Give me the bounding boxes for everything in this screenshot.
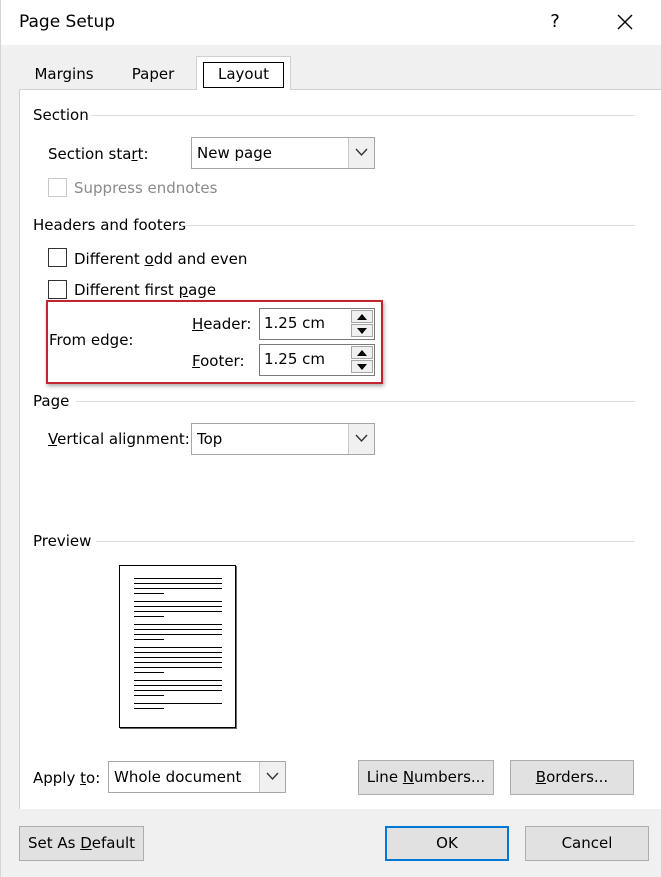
preview-line <box>134 657 222 658</box>
close-button[interactable] <box>609 8 641 36</box>
suppress-endnotes-checkbox[interactable] <box>48 178 67 197</box>
headers-footers-group-label: Headers and footers <box>33 216 186 234</box>
title-bar: Page Setup ? <box>1 0 661 45</box>
header-distance-label: Header: <box>192 315 252 333</box>
tab-focus-rect: Layout <box>203 62 284 88</box>
from-edge-label: From edge: <box>49 331 134 349</box>
different-odd-even-checkbox[interactable] <box>48 248 67 267</box>
preview-line <box>134 662 222 663</box>
suppress-endnotes-label: Suppress endnotes <box>74 179 218 197</box>
vertical-alignment-label: Vertical alignment: <box>48 430 190 448</box>
preview-line <box>134 647 222 648</box>
header-distance-spinner[interactable]: 1.25 cm <box>259 308 375 340</box>
preview-line <box>134 634 222 635</box>
preview-line <box>134 685 222 686</box>
preview-group-label: Preview <box>33 532 92 550</box>
preview-line <box>134 629 222 630</box>
tab-margins[interactable]: Margins <box>21 60 107 88</box>
preview-line <box>134 601 222 602</box>
preview-line <box>134 611 222 612</box>
dialog-title: Page Setup <box>19 12 116 32</box>
chevron-down-icon <box>266 772 279 781</box>
set-as-default-button[interactable]: Set As Default <box>19 826 144 861</box>
different-first-page-label: Different first page <box>74 281 217 299</box>
preview-line <box>134 667 222 668</box>
preview-line <box>134 690 222 691</box>
apply-to-dropdown[interactable]: Whole document <box>108 761 286 793</box>
tab-layout[interactable]: Layout <box>196 56 291 90</box>
section-start-label: Section start: <box>48 145 149 163</box>
preview-line <box>134 624 222 625</box>
cancel-button[interactable]: Cancel <box>525 826 649 861</box>
header-distance-value: 1.25 cm <box>264 314 326 332</box>
preview-line <box>134 583 222 584</box>
preview-line <box>134 606 222 607</box>
dropdown-arrow <box>348 424 374 454</box>
header-increment-button[interactable] <box>351 310 373 323</box>
page-divider <box>76 401 635 402</box>
section-start-value: New page <box>197 144 272 162</box>
vertical-alignment-dropdown[interactable]: Top <box>191 423 375 455</box>
preview-line <box>134 695 164 696</box>
triangle-up-icon <box>357 314 367 320</box>
preview-line <box>134 680 222 681</box>
apply-to-label: Apply to: <box>33 769 101 787</box>
preview-line <box>134 652 222 653</box>
page-setup-dialog: Page Setup ? Margins Paper Layout Sectio… <box>0 0 661 877</box>
preview-page-thumbnail <box>119 565 236 728</box>
tab-layout-label: Layout <box>218 65 269 83</box>
preview-line <box>134 616 164 617</box>
dropdown-arrow <box>259 762 285 792</box>
preview-line <box>134 639 164 640</box>
ok-button[interactable]: OK <box>385 826 509 861</box>
preview-line <box>134 578 222 579</box>
preview-line <box>134 672 164 673</box>
footer-distance-label: Footer: <box>192 352 245 370</box>
triangle-down-icon <box>357 364 367 370</box>
footer-decrement-button[interactable] <box>351 360 373 373</box>
help-button[interactable]: ? <box>541 8 569 36</box>
preview-line <box>134 588 222 589</box>
footer-distance-value: 1.25 cm <box>264 350 326 368</box>
preview-line <box>134 708 164 709</box>
vertical-alignment-value: Top <box>197 430 223 448</box>
close-icon <box>617 14 633 30</box>
preview-line <box>134 593 164 594</box>
headers-footers-divider <box>181 225 635 226</box>
different-first-page-checkbox[interactable] <box>48 280 67 299</box>
preview-line <box>134 703 222 704</box>
section-divider <box>91 115 635 116</box>
header-decrement-button[interactable] <box>351 324 373 337</box>
dropdown-arrow <box>348 138 374 168</box>
apply-to-value: Whole document <box>114 768 242 786</box>
page-group-label: Page <box>33 392 70 410</box>
chevron-down-icon <box>355 148 368 157</box>
tab-paper[interactable]: Paper <box>111 60 195 88</box>
chevron-down-icon <box>355 434 368 443</box>
footer-distance-spinner[interactable]: 1.25 cm <box>259 344 375 376</box>
triangle-up-icon <box>357 350 367 356</box>
section-group-label: Section <box>33 106 89 124</box>
borders-button[interactable]: Borders... <box>510 760 634 795</box>
preview-divider <box>96 541 635 542</box>
section-start-dropdown[interactable]: New page <box>191 137 375 169</box>
triangle-down-icon <box>357 328 367 334</box>
line-numbers-button[interactable]: Line Numbers... <box>358 760 494 795</box>
footer-increment-button[interactable] <box>351 346 373 359</box>
different-odd-even-label: Different odd and even <box>74 250 248 268</box>
